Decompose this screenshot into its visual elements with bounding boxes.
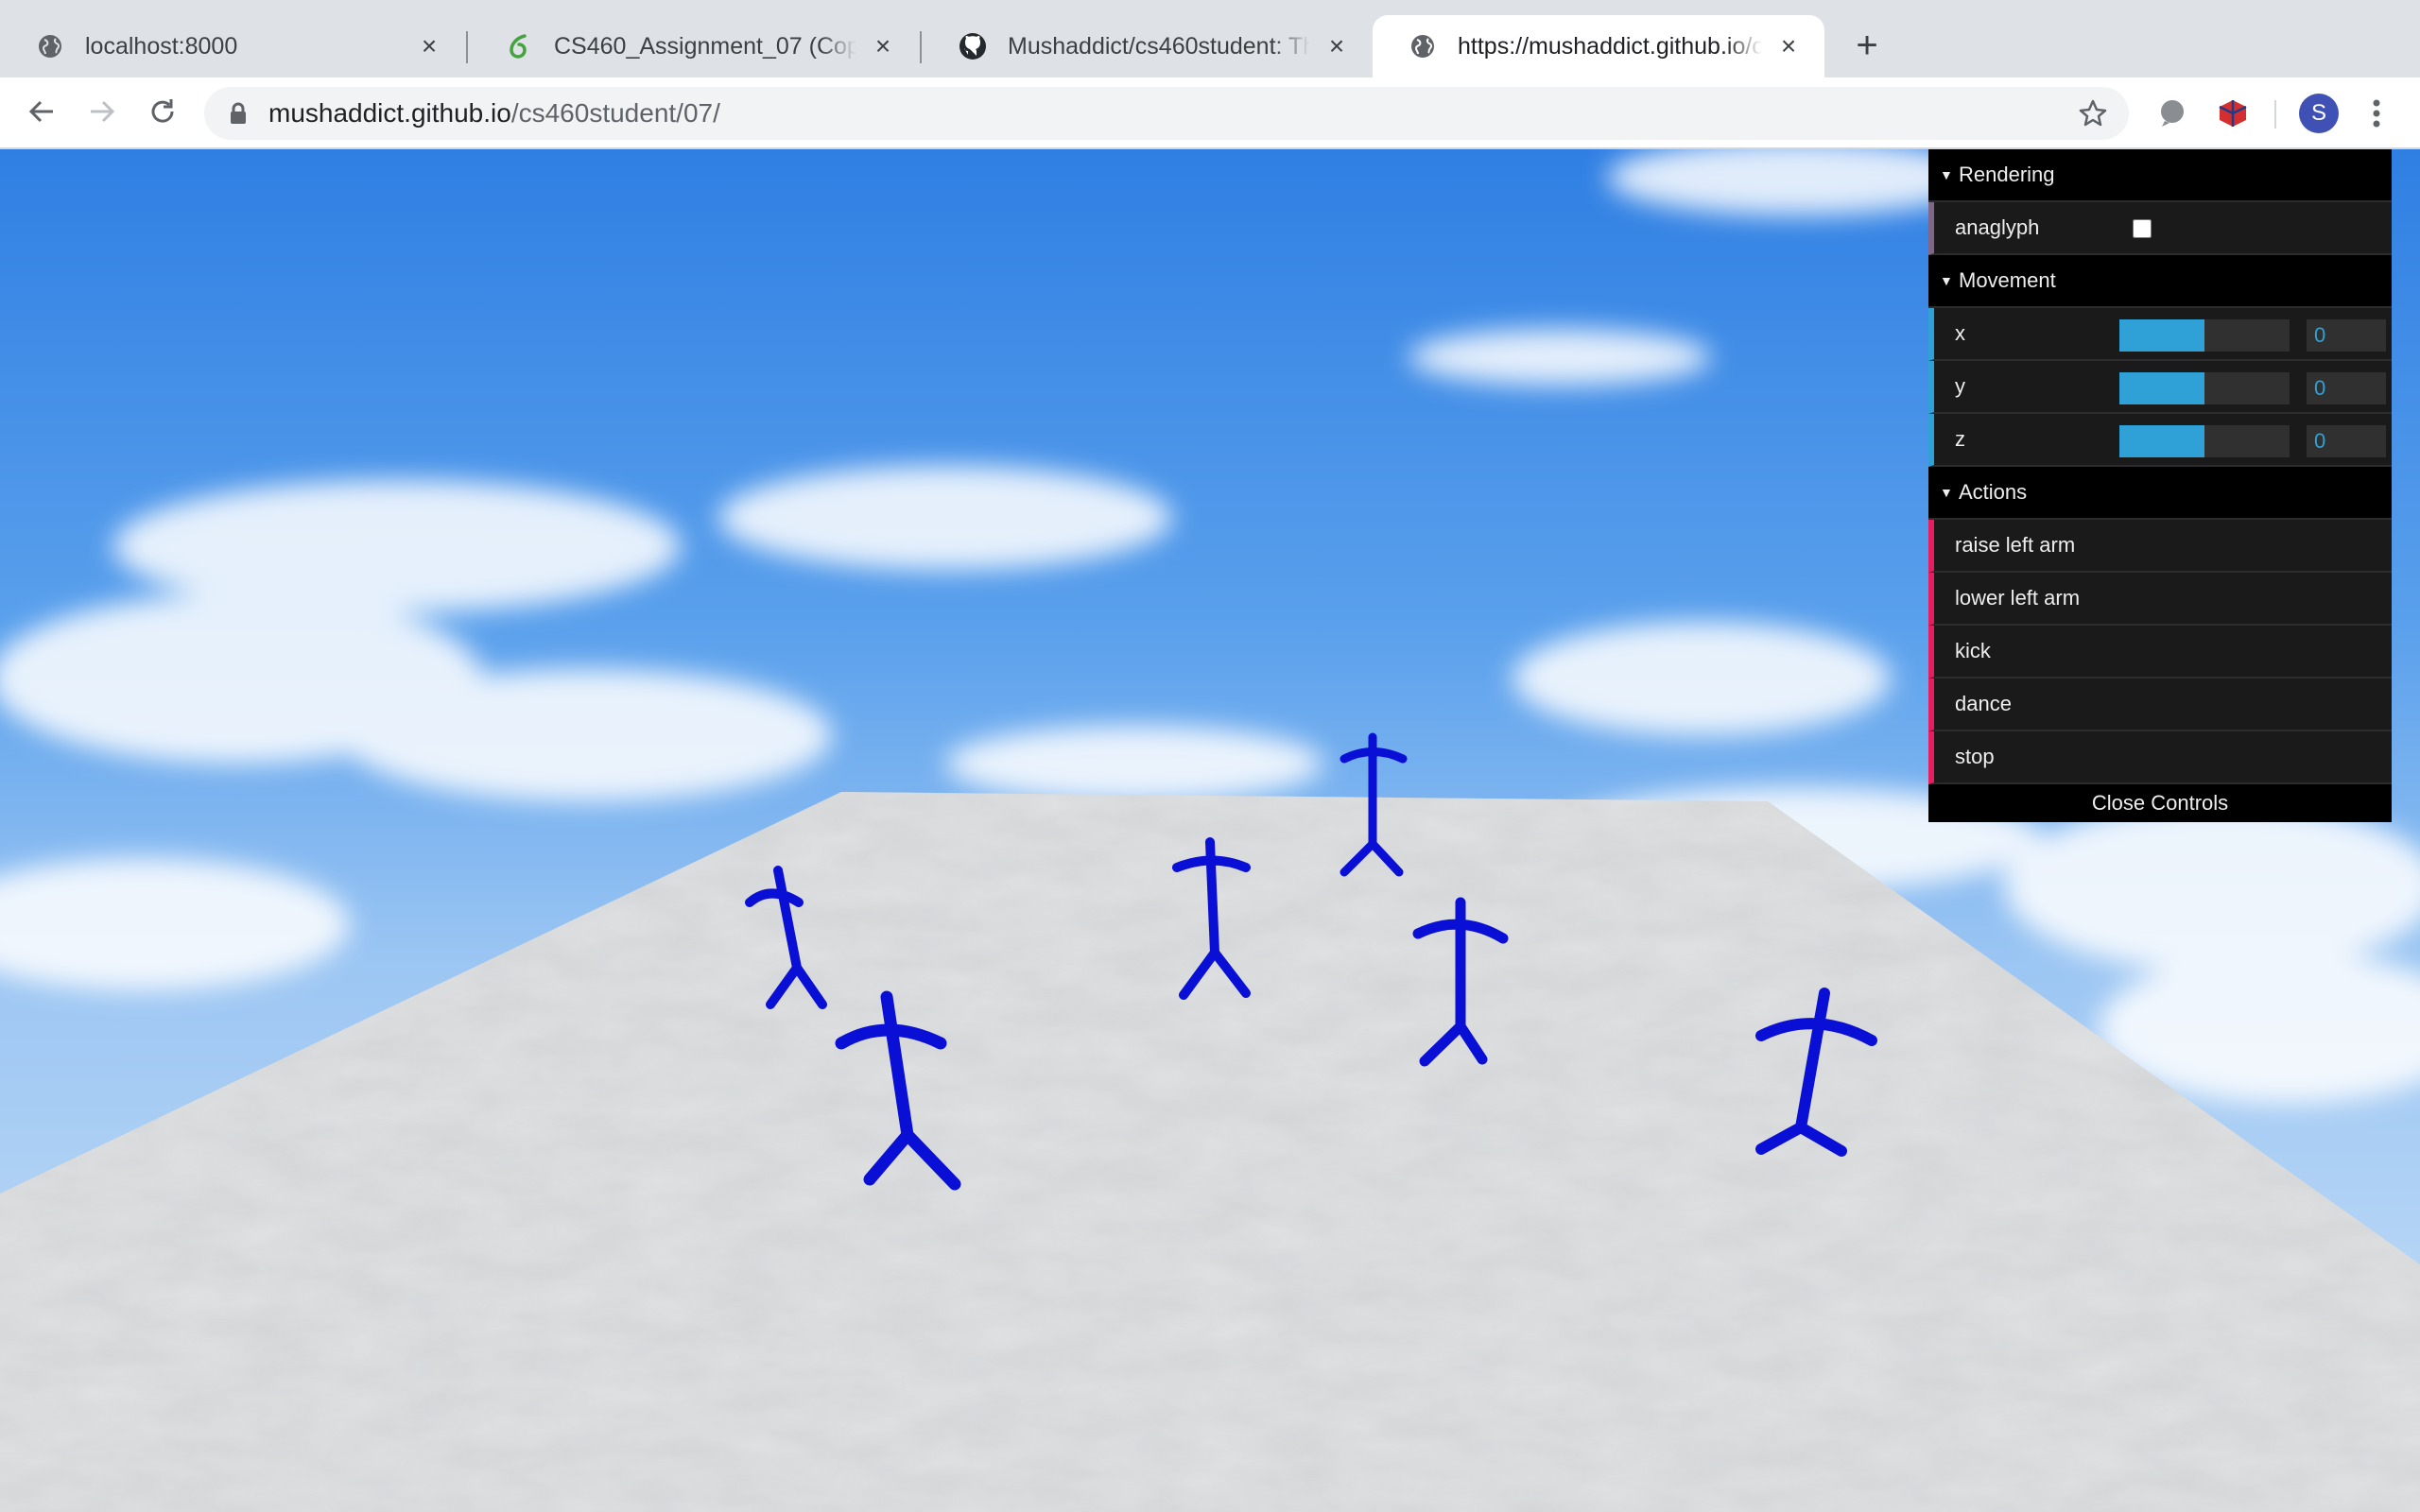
reload-icon [151, 99, 174, 123]
url-path: /cs460student/07/ [510, 98, 720, 128]
lock-icon [231, 102, 246, 124]
arrow-left-icon [28, 100, 53, 123]
address-bar[interactable]: mushaddict.github.io/cs460student/07/ [204, 87, 2129, 140]
tab-overleaf[interactable]: CS460_Assignment_07 (Copy) × [469, 15, 919, 77]
slider-fill [2119, 319, 2204, 352]
profile-avatar[interactable]: S [2299, 94, 2339, 133]
button-label: lower left arm [1955, 586, 2081, 610]
x-number-input[interactable]: 0 [2307, 319, 2386, 352]
tab-strip: localhost:8000 × CS460_Assignment_07 (Co… [0, 0, 2420, 77]
reload-button[interactable] [142, 91, 183, 132]
button-label: dance [1955, 692, 2012, 715]
raise-left-arm-button[interactable]: raise left arm [1928, 520, 2392, 573]
movement-x-row: x 0 [1928, 308, 2392, 361]
new-tab-button[interactable]: + [1848, 25, 1886, 66]
button-label: raise left arm [1955, 533, 2076, 557]
z-label: z [1955, 427, 1965, 451]
x-slider[interactable] [2119, 319, 2290, 352]
folder-movement[interactable]: ▼ Movement [1928, 255, 2392, 308]
extension-speech-bubble-icon[interactable] [2153, 94, 2191, 132]
slider-fill [2119, 372, 2204, 404]
tab-title: CS460_Assignment_07 (Copy) [554, 32, 856, 60]
tab-title: https://mushaddict.github.io/cs [1458, 32, 1762, 60]
bookmark-star-icon[interactable] [2078, 98, 2108, 129]
overleaf-icon [505, 32, 533, 60]
close-icon[interactable]: × [1775, 31, 1802, 60]
webgl-canvas[interactable]: ▼ Rendering anaglyph ▼ Movement x 0 y 0 … [0, 149, 2420, 1512]
y-number-input[interactable]: 0 [2307, 372, 2386, 404]
movement-y-row: y 0 [1928, 361, 2392, 414]
folder-rendering[interactable]: ▼ Rendering [1928, 149, 2392, 202]
globe-icon [1409, 32, 1437, 60]
close-icon[interactable]: × [1323, 31, 1350, 60]
kick-button[interactable]: kick [1928, 626, 2392, 679]
folder-title: Movement [1959, 268, 2056, 292]
arrow-right-icon [91, 100, 115, 123]
extension-cube-icon[interactable] [2214, 94, 2252, 132]
toolbar-separator [2274, 100, 2276, 129]
tab-github[interactable]: Mushaddict/cs460student: The × [923, 15, 1373, 77]
close-controls-button[interactable]: Close Controls [1928, 784, 2392, 822]
folder-title: Rendering [1959, 163, 2055, 186]
y-label: y [1955, 374, 1965, 398]
kebab-menu-icon [2373, 99, 2380, 128]
folder-actions[interactable]: ▼ Actions [1928, 467, 2392, 520]
lower-left-arm-button[interactable]: lower left arm [1928, 573, 2392, 626]
url-host: mushaddict.github.io [268, 98, 511, 128]
tab-separator [466, 31, 468, 63]
movement-z-row: z 0 [1928, 414, 2392, 467]
anaglyph-checkbox[interactable] [2133, 219, 2152, 238]
button-label: stop [1955, 745, 1995, 768]
stop-button[interactable]: stop [1928, 731, 2392, 784]
caret-down-icon: ▼ [1940, 485, 1953, 500]
folder-title: Actions [1959, 480, 2028, 504]
tab-separator [920, 31, 922, 63]
tab-localhost[interactable]: localhost:8000 × [0, 15, 465, 77]
y-slider[interactable] [2119, 372, 2290, 404]
caret-down-icon: ▼ [1940, 167, 1953, 182]
anaglyph-label: anaglyph [1955, 215, 2040, 239]
controls-panel: ▼ Rendering anaglyph ▼ Movement x 0 y 0 … [1928, 149, 2392, 822]
z-number-input[interactable]: 0 [2307, 425, 2386, 457]
anaglyph-row[interactable]: anaglyph [1928, 202, 2392, 255]
close-icon[interactable]: × [416, 31, 442, 60]
tab-mushaddict-github-io[interactable]: https://mushaddict.github.io/cs × [1373, 15, 1824, 77]
x-label: x [1955, 321, 1965, 345]
github-icon [959, 32, 987, 60]
slider-fill [2119, 425, 2204, 457]
more-menu-button[interactable] [2358, 94, 2395, 132]
z-slider[interactable] [2119, 425, 2290, 457]
browser-toolbar: mushaddict.github.io/cs460student/07/ S [0, 77, 2420, 149]
tab-title: localhost:8000 [85, 32, 238, 60]
forward-button[interactable] [81, 91, 123, 132]
caret-down-icon: ▼ [1940, 273, 1953, 288]
dance-button[interactable]: dance [1928, 679, 2392, 731]
tab-title: Mushaddict/cs460student: The [1008, 32, 1310, 60]
globe-icon [36, 32, 64, 60]
close-icon[interactable]: × [870, 31, 896, 60]
back-button[interactable] [21, 91, 62, 132]
button-label: kick [1955, 639, 1991, 662]
url-text: mushaddict.github.io/cs460student/07/ [268, 87, 720, 140]
